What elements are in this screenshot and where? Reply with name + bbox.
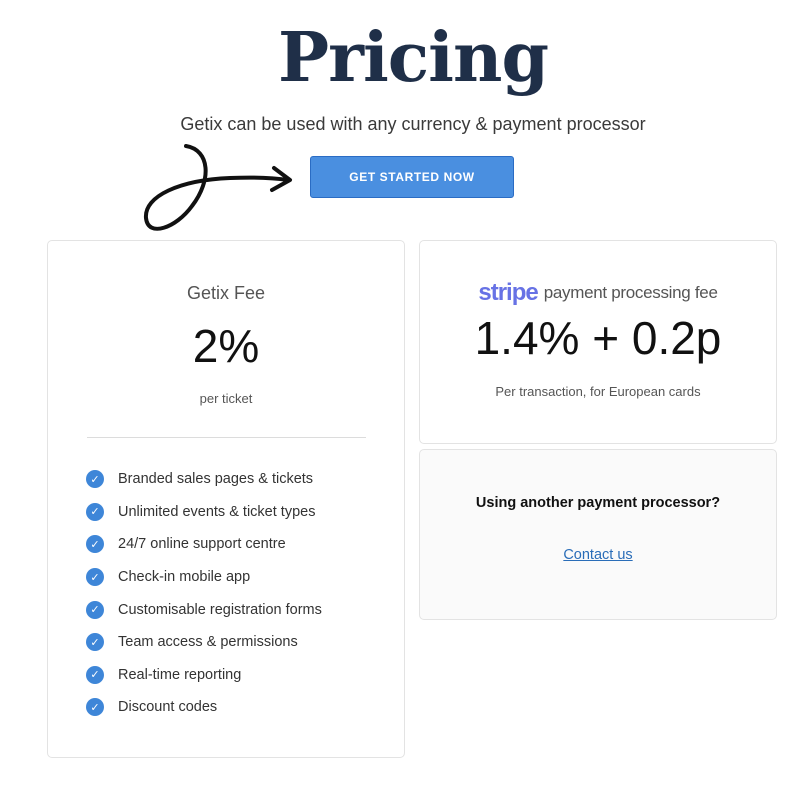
feature-item: ✓ Branded sales pages & tickets — [86, 463, 322, 496]
feature-item: ✓ Unlimited events & ticket types — [86, 496, 322, 529]
feature-item: ✓ 24/7 online support centre — [86, 528, 322, 561]
feature-label: Branded sales pages & tickets — [118, 471, 314, 488]
contact-us-link[interactable]: Contact us — [563, 547, 632, 563]
page-title: Pricing — [277, 18, 549, 98]
feature-label: Unlimited events & ticket types — [118, 503, 316, 520]
stripe-fee-unit: Per transaction, for European cards — [495, 384, 701, 399]
check-circle-icon: ✓ — [86, 600, 104, 619]
feature-label: 24/7 online support centre — [118, 536, 286, 553]
stripe-fee-card: stripe payment processing fee 1.4% + 0.2p… — [419, 240, 777, 444]
feature-item: ✓ Discount codes — [86, 691, 322, 724]
stripe-fee-value: 1.4% + 0.2p — [474, 312, 722, 364]
feature-label: Check-in mobile app — [118, 569, 251, 586]
get-started-button[interactable]: GET STARTED NOW — [310, 156, 514, 198]
stripe-heading: stripe payment processing fee — [420, 279, 776, 307]
divider — [87, 437, 366, 438]
stripe-logo: stripe — [478, 279, 538, 306]
check-circle-icon: ✓ — [86, 535, 104, 554]
check-circle-icon: ✓ — [86, 470, 104, 489]
stripe-fee-label: payment processing fee — [543, 283, 718, 302]
other-processor-question: Using another payment processor? — [475, 495, 721, 511]
check-circle-icon: ✓ — [86, 698, 104, 717]
other-processor-card: Using another payment processor? Contact… — [419, 449, 777, 620]
fee-label: Getix Fee — [186, 283, 266, 303]
feature-list: ✓ Branded sales pages & tickets ✓ Unlimite… — [86, 463, 322, 724]
feature-item: ✓ Customisable registration forms — [86, 593, 322, 626]
feature-label: Customisable registration forms — [118, 601, 322, 618]
getix-fee-card: Getix Fee 2% per ticket ✓ Branded sales p… — [47, 240, 405, 758]
hand-drawn-arrow-icon — [143, 144, 292, 231]
feature-label: Real-time reporting — [118, 666, 242, 683]
fee-value: 2% — [192, 320, 260, 372]
check-circle-icon: ✓ — [86, 568, 104, 587]
check-circle-icon: ✓ — [86, 502, 104, 521]
feature-label: Team access & permissions — [118, 634, 298, 651]
page-subtitle: Getix can be used with any currency & pa… — [180, 114, 646, 134]
check-circle-icon: ✓ — [86, 633, 104, 652]
check-circle-icon: ✓ — [86, 665, 104, 684]
feature-item: ✓ Team access & permissions — [86, 626, 322, 659]
feature-item: ✓ Real-time reporting — [86, 659, 322, 692]
feature-item: ✓ Check-in mobile app — [86, 561, 322, 594]
fee-unit: per ticket — [199, 391, 253, 406]
feature-label: Discount codes — [118, 699, 218, 716]
